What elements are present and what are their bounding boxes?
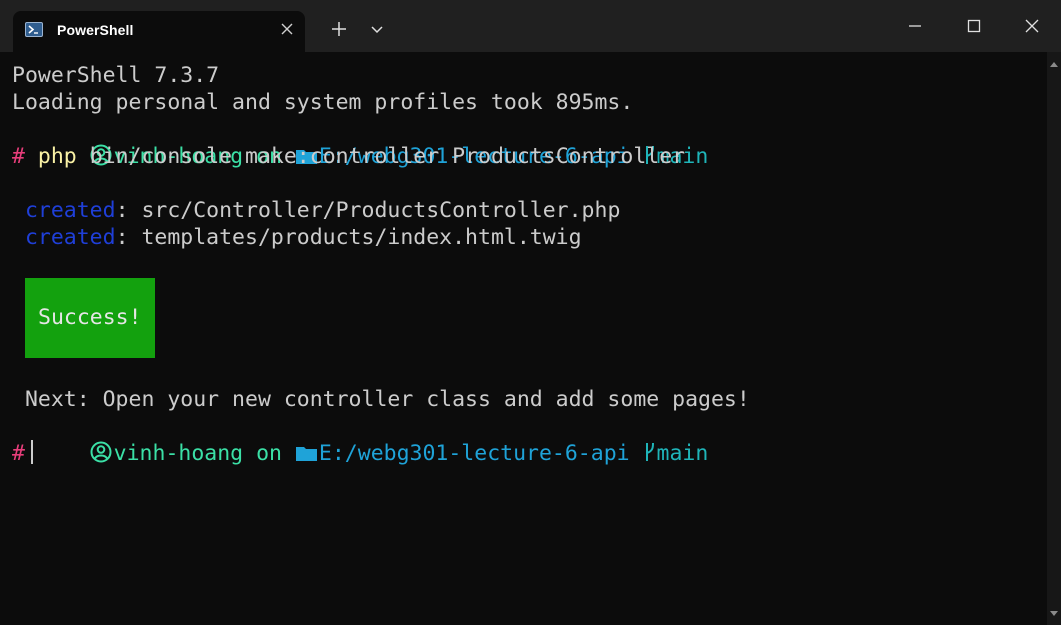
command-args: bin/console make:controller ProductsCont… xyxy=(89,144,686,169)
command-line: # php bin/console make:controller Produc… xyxy=(12,143,685,170)
created-line-2: created: templates/products/index.html.t… xyxy=(12,224,582,251)
prompt-user: vinh-hoang xyxy=(113,441,244,466)
scroll-up-icon[interactable] xyxy=(1050,62,1058,67)
input-line[interactable]: # xyxy=(12,440,33,467)
created-label: created xyxy=(24,198,116,223)
tab-title: PowerShell xyxy=(57,22,134,38)
maximize-icon[interactable] xyxy=(962,14,986,38)
prompt-path: E:/webg301-lecture-6-api xyxy=(318,441,630,466)
git-branch-icon xyxy=(643,441,657,470)
user-icon xyxy=(90,441,114,470)
prompt-hash: # xyxy=(12,441,25,466)
folder-icon xyxy=(295,443,319,470)
close-tab-icon[interactable] xyxy=(278,20,296,38)
text-cursor xyxy=(30,440,33,464)
created-label: created xyxy=(24,225,116,250)
success-banner: Success! xyxy=(25,278,155,358)
next-text: Next: Open your new controller class and… xyxy=(24,387,750,412)
prompt-on: on xyxy=(256,441,282,466)
prompt-line-2: vinh-hoang on E:/webg301-lecture-6-api m… xyxy=(12,413,708,497)
title-bar: PowerShell xyxy=(0,0,1061,52)
plus-icon[interactable] xyxy=(327,17,351,41)
created-path: : templates/products/index.html.twig xyxy=(115,225,582,250)
close-icon[interactable] xyxy=(1020,14,1044,38)
tab-powershell[interactable]: PowerShell xyxy=(13,11,305,52)
created-line-1: created: src/Controller/ProductsControll… xyxy=(12,197,620,224)
profile-line: Loading personal and system profiles too… xyxy=(12,90,634,115)
chevron-down-icon[interactable] xyxy=(365,17,389,41)
terminal-output[interactable]: PowerShell 7.3.7 Loading personal and sy… xyxy=(0,52,1047,625)
terminal-window: PowerShell PowerShell 7.3.7 Loading pers… xyxy=(0,0,1061,625)
minimize-icon[interactable] xyxy=(903,14,927,38)
powershell-icon xyxy=(25,22,43,37)
next-line: Next: Open your new controller class and… xyxy=(12,386,750,413)
scrollbar[interactable] xyxy=(1047,52,1061,625)
created-path: : src/Controller/ProductsController.php xyxy=(115,198,621,223)
prompt-hash: # xyxy=(12,144,25,169)
success-text: Success! xyxy=(38,305,142,330)
prompt-branch: main xyxy=(656,441,709,466)
scroll-down-icon[interactable] xyxy=(1050,611,1058,616)
command-program: php xyxy=(37,144,77,169)
version-line: PowerShell 7.3.7 xyxy=(12,63,220,88)
